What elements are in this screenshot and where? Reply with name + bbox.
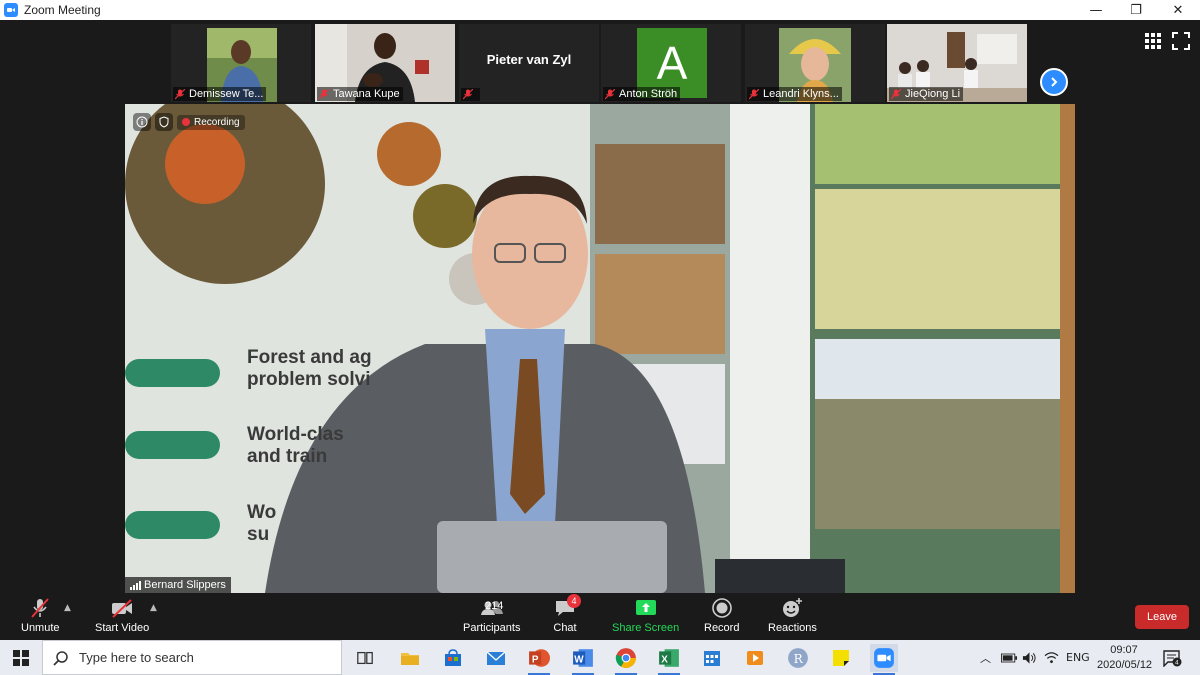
chat-badge: 4 (567, 594, 581, 608)
participant-display-name: Pieter van Zyl (486, 52, 572, 67)
participant-strip: Demissew Te... Tawana Kupe Pieter van Zy… (0, 20, 1200, 104)
record-icon (711, 598, 732, 618)
minimize-icon[interactable]: — (1076, 0, 1116, 20)
leave-button[interactable]: Leave (1135, 605, 1189, 629)
muted-mic-icon (31, 598, 50, 618)
next-page-button[interactable] (1040, 68, 1068, 96)
search-icon (53, 650, 68, 666)
show-hidden-icons[interactable]: ︿ (980, 640, 991, 675)
restore-icon[interactable]: ❐ (1116, 0, 1156, 20)
action-center-icon[interactable]: 4 (1162, 640, 1182, 675)
muted-mic-icon (891, 88, 901, 99)
svg-text:X: X (661, 654, 668, 665)
windows-taskbar: Type here to search P W X R ︿ ENG 09:07 … (0, 640, 1200, 675)
meeting-controls: Unmute ▲ Start Video ▲ 214 Participants … (0, 593, 1200, 640)
svg-text:P: P (532, 654, 539, 665)
wifi-icon[interactable] (1044, 640, 1059, 675)
store-icon[interactable] (439, 644, 467, 672)
muted-mic-icon (463, 89, 473, 100)
share-screen-icon (635, 600, 656, 615)
chrome-icon[interactable] (612, 644, 640, 675)
participant-name-label: JieQiong Li (889, 87, 964, 101)
poster-text: Wo su (247, 502, 277, 545)
fullscreen-icon[interactable] (1172, 32, 1190, 50)
recording-indicator: Recording (177, 114, 245, 130)
participant-name-label (461, 88, 480, 101)
participants-count: 214 (485, 600, 504, 612)
recording-dot-icon (182, 118, 190, 126)
windows-logo-icon (13, 649, 29, 666)
shield-icon[interactable] (155, 113, 173, 131)
muted-mic-icon (605, 88, 615, 99)
participant-name-label: Tawana Kupe (317, 87, 403, 101)
chevron-right-icon (1051, 77, 1058, 87)
task-view-icon[interactable] (351, 644, 379, 672)
powerpoint-icon[interactable]: P (525, 644, 553, 675)
signal-strength-icon (130, 580, 141, 590)
start-button[interactable] (0, 640, 42, 675)
share-screen-button[interactable]: Share Screen (612, 597, 679, 634)
svg-text:W: W (574, 654, 584, 665)
poster-text: Forest and ag problem solvi (247, 347, 372, 390)
chat-button[interactable]: 4 Chat (553, 594, 581, 634)
zoom-logo-icon (4, 3, 18, 17)
language-indicator[interactable]: ENG (1066, 640, 1090, 675)
calendar-icon[interactable] (698, 644, 726, 672)
participants-button[interactable]: 214 Participants (463, 597, 520, 634)
participant-tile[interactable]: JieQiong Li (887, 24, 1027, 102)
r-app-icon[interactable]: R (784, 644, 812, 672)
file-explorer-icon[interactable] (396, 644, 424, 672)
window-title: Zoom Meeting (24, 3, 101, 17)
gallery-view-icon[interactable] (1144, 32, 1162, 50)
participant-tile[interactable]: Demissew Te... (171, 24, 311, 102)
smiley-icon (783, 598, 803, 617)
video-options-caret-icon[interactable]: ▲ (150, 603, 157, 613)
taskbar-clock[interactable]: 09:07 2020/05/12 (1097, 643, 1152, 673)
mail-icon[interactable] (482, 644, 510, 672)
speaker-name-label: Bernard Slippers (125, 577, 231, 593)
taskbar-search[interactable]: Type here to search (42, 640, 342, 675)
muted-mic-icon (319, 88, 329, 99)
audio-options-caret-icon[interactable]: ▲ (64, 603, 71, 613)
poster-text: World-clas and train (247, 424, 344, 467)
volume-icon[interactable] (1022, 640, 1037, 675)
participant-name-label: Leandri Klyns... (747, 87, 842, 101)
meeting-status-row: Recording (133, 113, 245, 131)
info-icon[interactable] (133, 113, 151, 131)
excel-icon[interactable]: X (655, 644, 683, 675)
video-off-icon (112, 599, 133, 618)
unmute-button[interactable]: Unmute (21, 597, 60, 634)
start-video-button[interactable]: Start Video (95, 597, 149, 634)
battery-icon[interactable] (1001, 640, 1017, 675)
participant-tile[interactable]: Leandri Klyns... (745, 24, 885, 102)
participant-tile[interactable]: Tawana Kupe (315, 24, 455, 102)
svg-text:R: R (794, 652, 804, 666)
window-titlebar: Zoom Meeting — ❐ ✕ (0, 0, 1200, 20)
participant-name-label: Anton Ströh (603, 87, 681, 101)
word-icon[interactable]: W (569, 644, 597, 675)
muted-mic-icon (749, 88, 759, 99)
participant-name-label: Demissew Te... (173, 87, 267, 101)
reactions-button[interactable]: Reactions (768, 597, 817, 634)
media-player-icon[interactable] (741, 644, 769, 672)
participant-tile[interactable]: Pieter van Zyl (459, 24, 599, 102)
active-speaker-video: Forest and ag problem solvi World-clas a… (125, 104, 1075, 593)
close-icon[interactable]: ✕ (1158, 0, 1198, 20)
zoom-app-icon[interactable] (870, 644, 898, 675)
record-button[interactable]: Record (704, 597, 739, 634)
muted-mic-icon (175, 88, 185, 99)
sticky-notes-icon[interactable] (827, 644, 855, 672)
participant-tile[interactable]: A Anton Ströh (601, 24, 741, 102)
